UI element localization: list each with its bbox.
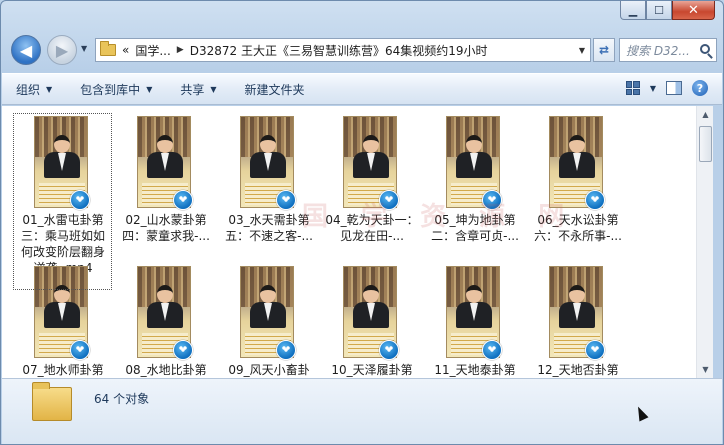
media-player-icon: [276, 190, 296, 210]
command-bar: 组织 ▼ 包含到库中 ▼ 共享 ▼ 新建文件夹 ▼ ?: [2, 73, 722, 105]
change-view-icon[interactable]: [625, 81, 640, 95]
vertical-scrollbar[interactable]: ▲ ▼: [696, 106, 713, 378]
recent-pages-dropdown-icon[interactable]: ▼: [81, 44, 87, 53]
chevron-down-icon: ▼: [146, 84, 153, 94]
breadcrumb-separator-icon[interactable]: ▶: [177, 45, 184, 55]
minimize-button[interactable]: ▁: [620, 1, 646, 20]
help-icon[interactable]: ?: [692, 80, 708, 96]
media-player-icon: [482, 340, 502, 360]
view-options-dropdown-icon[interactable]: ▼: [650, 84, 656, 93]
file-name: 09_风天小畜卦: [228, 363, 310, 377]
file-item[interactable]: 12_天地否卦第: [523, 263, 626, 378]
mouse-cursor-icon: [633, 404, 649, 422]
address-bar[interactable]: « 国学... ▶ D32872 王大正《三易智慧训练营》64集视频约19小时 …: [95, 38, 591, 62]
file-item[interactable]: 05_坤为地卦第二：含章可贞-...: [420, 113, 523, 263]
chevron-down-icon: ▼: [210, 84, 217, 94]
file-item[interactable]: 02_山水蒙卦第四：蒙童求我-...: [111, 113, 214, 263]
back-button[interactable]: ◀: [11, 35, 41, 65]
scrollbar-thumb[interactable]: [699, 126, 712, 162]
include-in-library-menu[interactable]: 包含到库中 ▼: [80, 81, 152, 98]
chevron-down-icon: ▼: [46, 84, 53, 94]
explorer-window: ▁ ☐ ✕ ◀ ▶ ▼ « 国学... ▶ D32872 王大正《三易智慧训练营…: [0, 0, 724, 445]
refresh-button[interactable]: ⇄: [593, 38, 615, 62]
share-label: 共享: [180, 82, 205, 97]
media-player-icon: [276, 340, 296, 360]
details-pane: 64 个对象: [2, 378, 722, 444]
forward-button[interactable]: ▶: [47, 35, 77, 65]
file-item[interactable]: 09_风天小畜卦: [214, 263, 317, 378]
search-icon[interactable]: [700, 44, 710, 54]
folder-icon: [100, 41, 116, 56]
file-grid: 01_水雷屯卦第三：乘马班如如何改变阶层翻身逆袭-.mp4 02_山水蒙卦第四：蒙…: [8, 113, 626, 378]
item-count: 64 个对象: [94, 392, 150, 406]
file-item[interactable]: 03_水天需卦第五：不速之客-...: [214, 113, 317, 263]
selection-outline: [13, 113, 112, 290]
preview-pane-icon[interactable]: [666, 81, 682, 95]
maximize-button[interactable]: ☐: [646, 1, 672, 20]
media-player-icon: [173, 190, 193, 210]
navigation-bar: ◀ ▶ ▼ « 国学... ▶ D32872 王大正《三易智慧训练营》64集视频…: [9, 35, 717, 65]
file-name: 11_天地泰卦第: [434, 363, 516, 377]
file-name: 12_天地否卦第: [537, 363, 619, 377]
search-input[interactable]: 搜索 D32...: [619, 38, 717, 62]
file-name: 10_天泽履卦第: [331, 363, 413, 377]
media-player-icon: [585, 340, 605, 360]
address-dropdown-icon[interactable]: ▼: [579, 46, 585, 55]
breadcrumb-overflow[interactable]: «: [122, 43, 129, 57]
file-item[interactable]: 06_天水讼卦第六：不永所事-...: [523, 113, 626, 263]
scroll-down-icon[interactable]: ▼: [697, 361, 714, 378]
file-item[interactable]: 11_天地泰卦第: [420, 263, 523, 378]
file-item[interactable]: 08_水地比卦第: [111, 263, 214, 378]
close-button[interactable]: ✕: [672, 1, 715, 20]
include-in-library-label: 包含到库中: [80, 82, 141, 97]
scroll-up-icon[interactable]: ▲: [697, 106, 714, 123]
file-name: 08_水地比卦第: [125, 363, 207, 377]
media-player-icon: [70, 340, 90, 360]
file-item[interactable]: 04_乾为天卦一：见龙在田-...: [317, 113, 420, 263]
breadcrumb-item-guoxue[interactable]: 国学...: [135, 42, 170, 59]
file-name: 07_地水师卦第: [22, 363, 104, 377]
organize-label: 组织: [16, 82, 41, 97]
watermark-overlay: 国 学 资 源 网: [302, 202, 577, 232]
share-menu[interactable]: 共享 ▼: [180, 81, 216, 98]
file-item[interactable]: 01_水雷屯卦第三：乘马班如如何改变阶层翻身逆袭-.mp4: [8, 113, 112, 290]
organize-menu[interactable]: 组织 ▼: [16, 81, 52, 98]
folder-icon: [32, 382, 72, 421]
caption-buttons: ▁ ☐ ✕: [620, 1, 715, 20]
media-player-icon: [173, 340, 193, 360]
media-player-icon: [379, 340, 399, 360]
breadcrumb-item-current-folder[interactable]: D32872 王大正《三易智慧训练营》64集视频约19小时: [190, 42, 488, 59]
media-player-icon: [585, 190, 605, 210]
file-list-view[interactable]: 国 学 资 源 网 01_水雷屯卦第三：乘马班如如何改变阶层翻身逆袭-.mp40…: [2, 106, 696, 378]
file-item[interactable]: 10_天泽履卦第: [317, 263, 420, 378]
search-placeholder: 搜索 D32...: [626, 43, 690, 58]
file-name: 02_山水蒙卦第四：蒙童求我-...: [122, 213, 210, 243]
new-folder-button[interactable]: 新建文件夹: [245, 81, 305, 98]
new-folder-label: 新建文件夹: [244, 82, 305, 97]
view-controls: ▼ ?: [625, 80, 708, 96]
